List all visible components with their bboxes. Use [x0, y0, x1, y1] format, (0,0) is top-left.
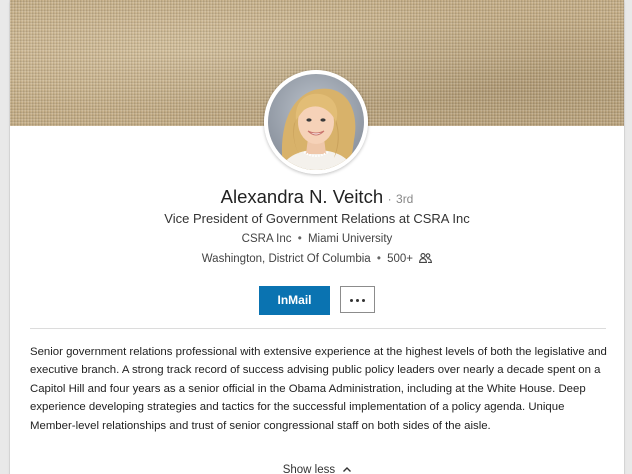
bullet-separator: •	[376, 253, 381, 265]
ellipsis-icon	[362, 298, 365, 302]
avatar[interactable]	[264, 70, 368, 174]
degree-separator: ·	[387, 192, 392, 206]
current-company[interactable]: CSRA Inc	[242, 233, 292, 245]
people-icon	[419, 253, 433, 266]
inmail-button[interactable]: InMail	[259, 286, 330, 315]
divider	[30, 328, 606, 329]
more-actions-button[interactable]	[340, 286, 375, 313]
name-line: Alexandra N. Veitch · 3rd	[10, 186, 624, 208]
location: Washington, District Of Columbia	[201, 253, 371, 265]
profile-headline: Vice President of Government Relations a…	[164, 211, 470, 226]
profile-summary: Senior government relations professional…	[30, 346, 607, 432]
show-less-toggle[interactable]: Show less	[10, 463, 624, 474]
bullet-separator: •	[297, 233, 302, 245]
profile-name: Alexandra N. Veitch	[220, 186, 384, 207]
profile-photo	[264, 70, 368, 174]
school[interactable]: Miami University	[308, 233, 392, 245]
connections-count: 500+	[387, 253, 414, 265]
ellipsis-icon	[356, 298, 359, 302]
chevron-up-icon	[343, 463, 352, 474]
ellipsis-icon	[350, 298, 353, 302]
profile-card: Alexandra N. Veitch · 3rd Vice President…	[10, 0, 624, 474]
profile-location-line: Washington, District Of Columbia • 500+	[10, 253, 624, 266]
profile-page: Alexandra N. Veitch · 3rd Vice President…	[0, 0, 632, 474]
profile-organizations: CSRA Inc • Miami University	[10, 233, 624, 245]
connection-degree: 3rd	[396, 192, 414, 206]
show-less-label: Show less	[282, 464, 336, 474]
